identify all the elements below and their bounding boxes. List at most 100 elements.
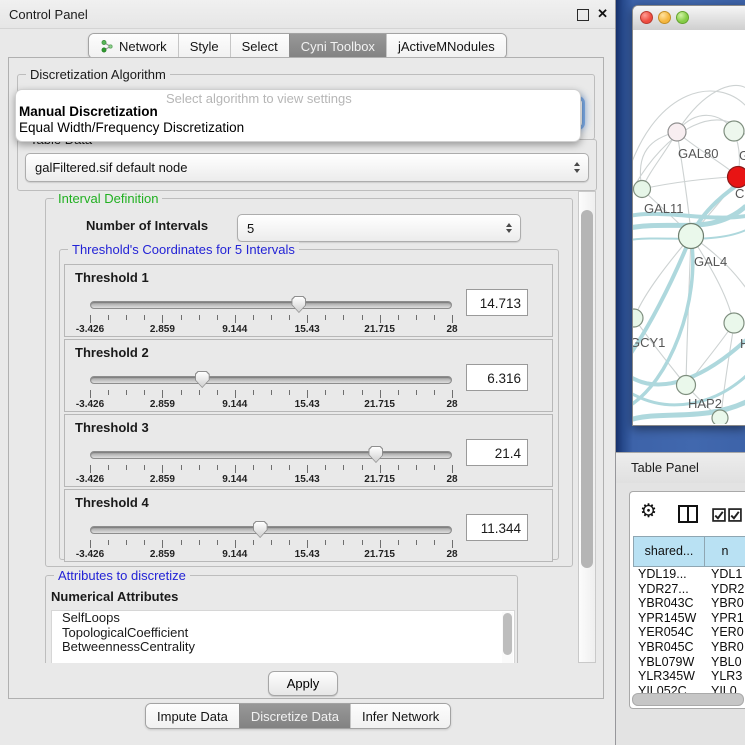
threshold-slider[interactable]: -3.4262.8599.14415.4321.71528 [90,370,452,410]
tab-jactivemnodules[interactable]: jActiveMNodules [386,34,506,58]
tab-infer-network[interactable]: Infer Network [350,704,450,728]
tab-discretize-data[interactable]: Discretize Data [239,704,350,728]
table-cell[interactable]: YDL19... [633,567,705,582]
scrollbar-thumb[interactable] [503,613,512,655]
algorithm-menu-item[interactable]: Equal Width/Frequency Discretization [19,120,244,135]
tab-style[interactable]: Style [178,34,230,58]
threshold-slider[interactable]: -3.4262.8599.14415.4321.71528 [90,295,452,335]
network-node[interactable] [633,309,643,327]
table-cell[interactable]: YER054C [633,625,705,640]
checkbox-icon[interactable] [728,508,742,522]
tick-mark [398,390,399,395]
attributes-list-scrollbar[interactable] [502,612,513,663]
table-cell[interactable]: YBL0 [705,655,745,670]
scrollbar-thumb[interactable] [632,693,744,706]
network-node[interactable] [677,376,696,395]
numerical-attributes-list[interactable]: SelfLoopsTopologicalCoefficientBetweenne… [51,610,515,663]
table-cell[interactable]: YPR145W [633,611,705,626]
table-cell[interactable]: YLR345W [633,669,705,684]
table-cell[interactable]: YPR1 [705,611,745,626]
attribute-list-item[interactable]: TopologicalCoefficient [52,626,514,641]
tick-mark [217,390,218,395]
tick-mark [235,390,236,398]
table-row[interactable]: YLR345WYLR3 [633,669,745,684]
threshold-value-field[interactable]: 21.4 [466,439,528,466]
network-node[interactable] [634,181,651,198]
column-layout-icon[interactable] [677,503,699,525]
close-icon[interactable]: ✕ [597,6,608,22]
slider-thumb[interactable] [291,296,306,313]
tab-cyni-toolbox[interactable]: Cyni Toolbox [289,34,386,58]
table-data-combobox[interactable]: galFiltered.sif default node [25,153,589,182]
table-row[interactable]: YPR145WYPR1 [633,611,745,626]
slider-ticks [90,540,452,549]
slider-track[interactable] [90,526,452,534]
threshold-slider[interactable]: -3.4262.8599.14415.4321.71528 [90,520,452,560]
slider-thumb[interactable] [368,446,383,463]
slider-track[interactable] [90,451,452,459]
network-node[interactable] [679,224,704,249]
table-row[interactable]: YBL079WYBL0 [633,655,745,670]
tab-select[interactable]: Select [230,34,289,58]
slider-thumb[interactable] [253,521,268,538]
table-cell[interactable]: YBR043C [633,596,705,611]
network-window-titlebar[interactable] [633,6,745,31]
network-canvas[interactable]: GAL80GACGAL11GAL4GCY1HHAP2 [633,30,745,424]
tab-impute-data[interactable]: Impute Data [146,704,239,728]
attribute-list-item[interactable]: BetweennessCentrality [52,640,514,655]
table-cell[interactable]: YBR0 [705,640,745,655]
apply-button[interactable]: Apply [268,671,338,696]
network-node[interactable] [728,167,745,188]
table-cell[interactable]: YLR3 [705,669,745,684]
table-row[interactable]: YER054CYER0 [633,625,745,640]
slider-track[interactable] [90,301,452,309]
tick-mark [434,540,435,545]
threshold-value-field[interactable]: 6.316 [466,364,528,391]
threshold-slider[interactable]: -3.4262.8599.14415.4321.71528 [90,445,452,485]
table-cell[interactable]: YBR0 [705,596,745,611]
tick-label: 15.43 [295,549,320,560]
threshold-value-field[interactable]: 11.344 [466,514,528,541]
tick-mark [289,315,290,320]
table-row[interactable]: YDR27...YDR2 [633,582,745,597]
network-icon [100,39,114,53]
slider-thumb[interactable] [195,371,210,388]
slider-track[interactable] [90,376,452,384]
table-cell[interactable]: YER0 [705,625,745,640]
table-cell[interactable]: YBR045C [633,640,705,655]
algorithm-menu-item[interactable]: Manual Discretization [19,104,158,119]
horizontal-scrollbar[interactable] [632,693,744,705]
threshold-panel: Threshold 2-3.4262.8599.14415.4321.71528… [64,339,553,412]
number-of-intervals-combobox[interactable]: 5 [237,214,521,242]
panel-title: Control Panel [9,7,88,22]
table-cell[interactable]: YDR27... [633,582,705,597]
network-node[interactable] [668,123,686,141]
tick-label: 2.859 [150,474,175,485]
table-cell[interactable]: YDL1 [705,567,745,582]
network-node[interactable] [724,313,744,333]
network-node[interactable] [724,121,744,141]
vertical-scrollbar[interactable] [578,191,596,663]
cyni-bottom-tab-bar: Impute DataDiscretize DataInfer Network [145,703,451,729]
table-cell[interactable]: YBL079W [633,655,705,670]
close-traffic-light-icon[interactable] [640,11,653,24]
gear-icon[interactable]: ⚙ [640,500,657,524]
table-header-row: shared...n [633,536,745,567]
column-header[interactable]: n [705,536,745,567]
checkbox-icon[interactable] [712,508,726,522]
table-row[interactable]: YBR045CYBR0 [633,640,745,655]
table-cell[interactable]: YDR2 [705,582,745,597]
table-row[interactable]: YDL19...YDL1 [633,567,745,582]
tick-label: 21.715 [364,474,395,485]
float-window-icon[interactable] [577,9,589,21]
zoom-traffic-light-icon[interactable] [676,11,689,24]
threshold-value-field[interactable]: 14.713 [466,289,528,316]
attribute-list-item[interactable]: SelfLoops [52,611,514,626]
scrollbar-thumb[interactable] [581,210,593,568]
column-header[interactable]: shared... [633,536,705,567]
network-node[interactable] [712,410,728,424]
table-row[interactable]: YBR043CYBR0 [633,596,745,611]
tab-network[interactable]: Network [89,34,178,58]
minimize-traffic-light-icon[interactable] [658,11,671,24]
table-rows: YDL19...YDL1YDR27...YDR2YBR043CYBR0YPR14… [633,567,745,708]
